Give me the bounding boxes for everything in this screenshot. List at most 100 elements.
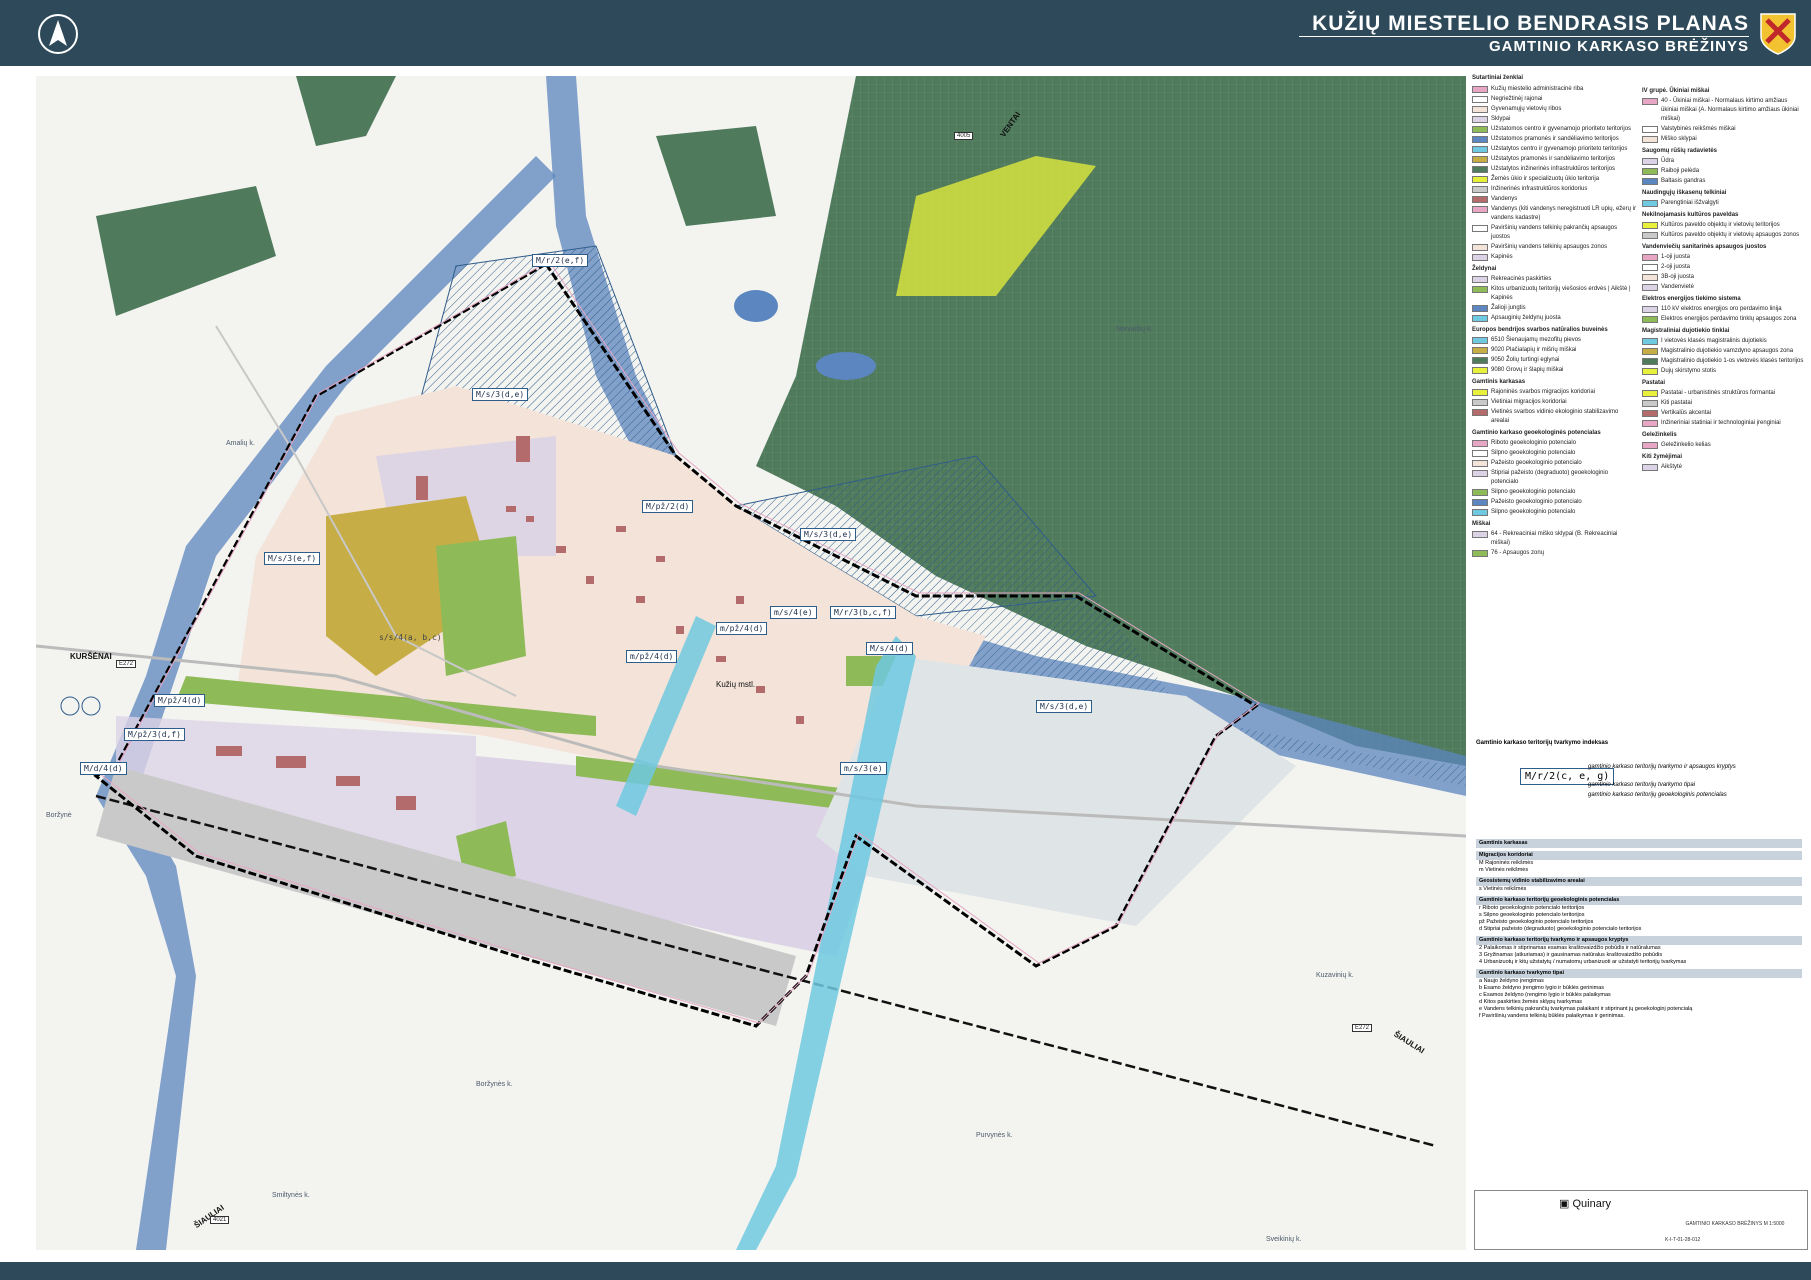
- legend-item: Vertikalūs akcentai: [1642, 409, 1806, 418]
- legend-item: Paviršinių vandens telkinių pakrančių ap…: [1472, 224, 1636, 242]
- legend-swatch: [1642, 264, 1658, 271]
- legend-item: Vandenys: [1472, 195, 1636, 204]
- legend-section-title: Naudingųjų iškasenų telkiniai: [1642, 190, 1727, 196]
- zone-label[interactable]: M/d/4(d): [80, 762, 127, 775]
- road-number: E272: [116, 660, 137, 668]
- zone-label[interactable]: m/s/4(e): [770, 606, 817, 619]
- place-label: Sveikinių k.: [1266, 1236, 1302, 1243]
- legend-label: Elektros energijos perdavimo tinklų apsa…: [1661, 316, 1797, 322]
- legend-label: Užstatytos pramonės ir sandėliavimo teri…: [1491, 156, 1616, 162]
- legend-section-title: IV grupė. Ūkiniai miškai: [1642, 88, 1710, 94]
- zone-label[interactable]: M/pž/4(d): [154, 694, 206, 707]
- legend-swatch: [1472, 206, 1488, 213]
- table-row: m Vietinės reikšmės: [1479, 867, 1529, 873]
- zone-label[interactable]: m/pž/4(d): [626, 650, 678, 663]
- table-row: e Vandens telkinių pakrančių tvarkymas p…: [1479, 1006, 1693, 1012]
- legend-item: Užstatomos centro ir gyvenamojo priorite…: [1472, 125, 1636, 134]
- legend-label: Vandenvietė: [1661, 284, 1694, 290]
- legend-label: Apsauginių želdynų juosta: [1491, 315, 1561, 321]
- legend-label: Negriežtinėj rajonai: [1491, 96, 1543, 102]
- legend-swatch: [1472, 136, 1488, 143]
- legend-swatch: [1642, 464, 1658, 471]
- legend-label: Parengtiniai išžvalgyti: [1661, 200, 1719, 206]
- legend-swatch: [1472, 550, 1488, 557]
- zone-label[interactable]: M/s/4(d): [866, 642, 913, 655]
- legend-item: Riboto geoekologinio potencialo: [1472, 439, 1636, 448]
- index-line: gamtinio karkaso teritorijų geoekologini…: [1588, 792, 1727, 798]
- legend-column-1: Kužių miestelio administracinė riba Negri…: [1472, 84, 1636, 559]
- zone-label[interactable]: m/s/3(e): [840, 762, 887, 775]
- zone-label[interactable]: M/s/3(d,e): [472, 388, 529, 401]
- legend-swatch: [1472, 305, 1488, 312]
- legend-item: Vietiniai migracijos koridoriai: [1472, 398, 1636, 407]
- table-header: Gamtinio karkaso teritorijų tvarkymo ir …: [1476, 936, 1802, 945]
- legend-section-title: Magistraliniai dujotiekio tinklai: [1642, 328, 1730, 334]
- legend-label: 76 - Apsaugos zonų: [1491, 550, 1545, 556]
- legend-label: 110 kV elektros energijos oro perdavimo …: [1661, 306, 1782, 312]
- table-row: b Esamo želdyno įrengimo lygio ir būklės…: [1479, 985, 1605, 991]
- legend-item: Rajoninės svarbos migracijos koridoriai: [1472, 388, 1636, 397]
- legend-item: Vandenvietė: [1642, 283, 1806, 292]
- index-line: gamtinio karkaso teritorijų tvarkymo tip…: [1588, 782, 1696, 788]
- legend-item: Sklypai: [1472, 115, 1636, 124]
- legend-swatch: [1642, 232, 1658, 239]
- legend-item: Žalioji jungtis: [1472, 304, 1636, 313]
- legend-item: Baltasis gandras: [1642, 177, 1806, 186]
- zone-label[interactable]: M/pž/2(d): [642, 500, 694, 513]
- legend-swatch: [1472, 367, 1488, 374]
- legend-item: 1-oji juosta: [1642, 253, 1806, 262]
- place-label: Boržynė: [46, 812, 72, 819]
- map-canvas[interactable]: M/r/2(e,f) M/s/3(d,e) M/s/3(e,f) M/pž/2(…: [36, 76, 1466, 1250]
- zone-label[interactable]: M/r/3(b,c,f): [830, 606, 896, 619]
- legend-section-title: Gamtinis karkasas: [1472, 379, 1526, 385]
- table-row: f Paviršinių vandens telkinių būklės pal…: [1479, 1013, 1625, 1019]
- table-row: r Riboto geoekologinio potencialo terito…: [1479, 905, 1585, 911]
- legend-label: Užstatytos centro ir gyvenamojo priorite…: [1491, 146, 1628, 152]
- legend-label: 3B-oji juosta: [1661, 274, 1695, 280]
- road-number: 4021: [210, 1216, 230, 1224]
- legend-swatch: [1472, 399, 1488, 406]
- legend-label: Kapinės: [1491, 254, 1513, 260]
- zone-label[interactable]: M/s/3(d,e): [1036, 700, 1093, 713]
- legend-item: Inžinerinės infrastruktūros koridorius: [1472, 185, 1636, 194]
- zone-label[interactable]: M/pž/3(d,f): [124, 728, 185, 741]
- legend-label: Ūdra: [1661, 158, 1675, 164]
- zone-label[interactable]: m/pž/4(d): [716, 622, 768, 635]
- legend-item: 110 kV elektros energijos oro perdavimo …: [1642, 305, 1806, 314]
- road-number: E272: [1352, 1024, 1373, 1032]
- legend-label: Užstatytos inžinerinės infrastruktūros t…: [1491, 166, 1616, 172]
- legend-item: 76 - Apsaugos zonų: [1472, 549, 1636, 558]
- legend-swatch: [1642, 254, 1658, 261]
- legend-label: 9020 Plačialapių ir mišrių miškai: [1491, 347, 1577, 353]
- legend-label: Užstatomos pramonės ir sandėliavimo teri…: [1491, 136, 1619, 142]
- legend-label: Dujų skirstymo stotis: [1661, 368, 1717, 374]
- legend-label: 40 - Ūkiniai miškai - Normalaus kirtimo …: [1661, 98, 1799, 122]
- legend-swatch: [1642, 126, 1658, 133]
- table-row: d Kitos paskirties žemės sklypų tvarkyma…: [1479, 999, 1583, 1005]
- zone-label[interactable]: M/s/3(e,f): [264, 552, 321, 565]
- legend-section-title: Europos bendrijos svarbos natūralios buv…: [1472, 327, 1608, 333]
- legend-swatch: [1472, 531, 1488, 538]
- legend-item: Stipriai pažeisto (degraduoto) geoekolog…: [1472, 469, 1636, 487]
- legend-label: Žemės ūkio ir specializuotų ūkio teritor…: [1491, 176, 1600, 182]
- index-tables: Gamtinis karkasas Migracijos koridoriai M …: [1476, 836, 1802, 1020]
- legend-swatch: [1472, 315, 1488, 322]
- zone-label[interactable]: M/s/3(d,e): [800, 528, 857, 541]
- legend-item: Magistralinio dujotiekio vamzdyno apsaug…: [1642, 347, 1806, 356]
- table-row: s Silpno geoekologinio potencialo terito…: [1479, 912, 1585, 918]
- legend-label: Silpno geoekologinio potencialo: [1491, 509, 1576, 515]
- legend-swatch: [1642, 390, 1658, 397]
- legend-label: Kitos urbanizuotų teritorijų viešosios e…: [1491, 286, 1631, 301]
- place-label: Purvynės k.: [976, 1132, 1013, 1139]
- table-row: s Vietinės reikšmės: [1479, 886, 1527, 892]
- place-label: Kuzavinių k.: [1316, 972, 1354, 979]
- zone-label[interactable]: s/s/4(a, b,c): [376, 632, 445, 643]
- legend-label: Pažeisto geoekologinio potencialo: [1491, 460, 1582, 466]
- coat-of-arms-icon: [1760, 13, 1796, 55]
- legend-swatch: [1472, 254, 1488, 261]
- legend-label: Inžineriniai statiniai ir technologiniai…: [1661, 420, 1781, 426]
- legend-swatch: [1472, 389, 1488, 396]
- zone-label[interactable]: M/r/2(e,f): [532, 254, 589, 267]
- legend-label: Vandenys: [1491, 196, 1518, 202]
- legend-item: 9080 Grovų ir šlapių miškai: [1472, 366, 1636, 375]
